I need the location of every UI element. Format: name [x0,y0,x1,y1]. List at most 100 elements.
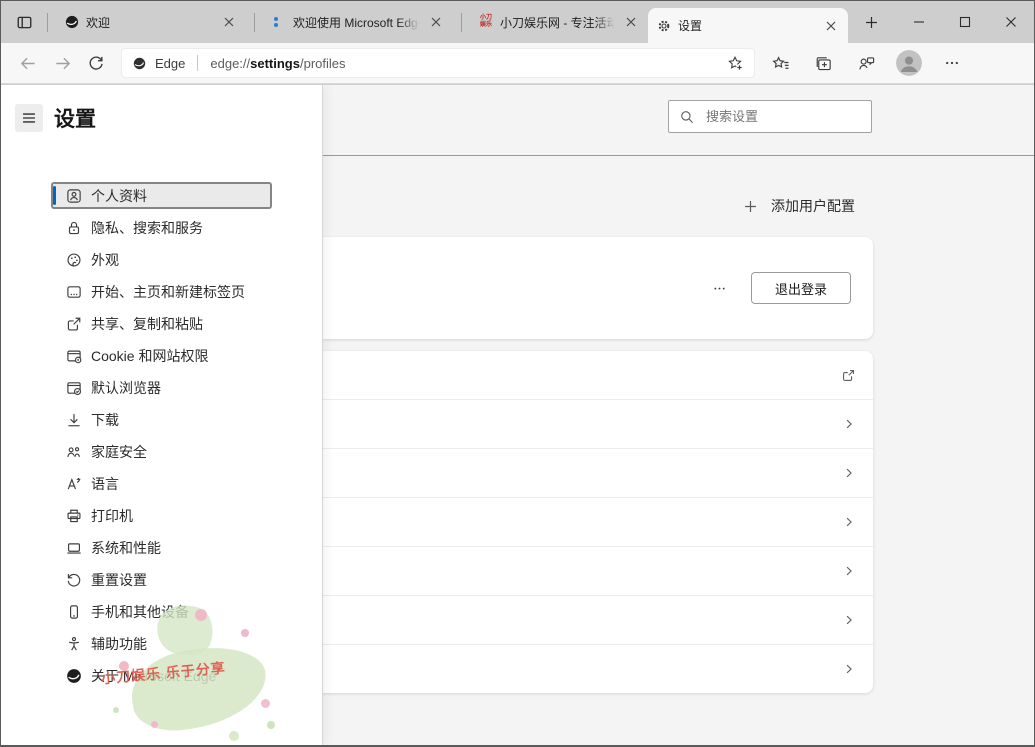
family-icon [65,443,83,461]
sidebar-item-family-safety[interactable]: 家庭安全 [51,438,272,465]
sidebar-header: 设置 [15,103,96,133]
address-bar[interactable]: Edge edge://settings/profiles [121,48,755,78]
edge-logo-icon [64,14,80,30]
sidebar-item-share-copy-paste[interactable]: 共享、复制和粘贴 [51,310,272,337]
window-controls [896,1,1034,43]
chevron-right-icon [841,514,857,530]
page-title: 设置 [54,103,96,133]
tab-settings-active[interactable]: 设置 [648,8,848,43]
close-window-button[interactable] [988,1,1034,43]
close-tab-icon[interactable] [822,17,840,35]
accessibility-icon [65,635,83,653]
download-icon [65,411,83,429]
sidebar-item-system-performance[interactable]: 系统和性能 [51,534,272,561]
tab-separator [461,13,462,32]
maximize-button[interactable] [942,1,988,43]
language-icon [65,475,83,493]
avatar-icon [896,50,922,76]
edge-logo-icon [132,56,147,71]
tab-title: 欢迎使用 Microsoft Edge [293,14,421,31]
close-tab-icon[interactable] [427,13,445,31]
settings-page: 添加用户配置 退出登录 [1,85,1034,745]
tab-welcome[interactable]: 欢迎 [56,1,246,43]
site-permissions-icon [65,347,83,365]
refresh-button[interactable] [79,46,113,80]
collections-icon[interactable] [806,46,840,80]
forward-button[interactable] [45,46,79,80]
add-favorite-icon[interactable] [726,54,744,72]
tab-welcome-edge[interactable]: 欢迎使用 Microsoft Edge [263,1,453,43]
tab-actions-menu-button[interactable] [9,7,39,37]
sign-out-button[interactable]: 退出登录 [751,272,851,304]
phone-icon [65,603,83,621]
chevron-right-icon [841,563,857,579]
settings-search-box[interactable] [668,100,872,133]
settings-sidebar: 设置 个人资料 隐私、搜索和服务 外观 开始、主页和新 [1,85,323,745]
close-tab-icon[interactable] [220,13,238,31]
tab-title: 欢迎 [86,14,214,31]
sidebar-item-printers[interactable]: 打印机 [51,502,272,529]
sidebar-item-accessibility[interactable]: 辅助功能 [51,630,272,657]
appearance-icon [65,251,83,269]
sidebar-item-start-home[interactable]: 开始、主页和新建标签页 [51,278,272,305]
gear-icon [656,18,672,34]
sidebar-item-appearance[interactable]: 外观 [51,246,272,273]
plus-icon [863,14,880,31]
lock-icon [65,219,83,237]
add-profile-label: 添加用户配置 [771,196,855,216]
external-link-icon [840,367,857,384]
profile-avatar[interactable] [892,46,926,80]
selected-accent-bar [53,186,56,205]
profile-more-options-icon[interactable] [708,277,731,300]
system-icon [65,539,83,557]
xiaodao-favicon: 小刀娱乐 [478,14,494,30]
omnibox-separator [197,55,198,71]
blue-dots-icon [271,14,287,30]
printer-icon [65,507,83,525]
reset-icon [65,571,83,589]
more-menu-icon[interactable] [935,46,969,80]
share-icon [65,315,83,333]
tab-actions-icon [15,13,34,32]
feedback-person-icon[interactable] [849,46,883,80]
plus-icon [742,198,759,215]
hamburger-icon [20,109,38,127]
header-divider [321,155,1034,156]
tab-xiaodao[interactable]: 小刀娱乐 小刀娱乐网 - 专注活动 [470,1,648,43]
sidebar-item-default-browser[interactable]: 默认浏览器 [51,374,272,401]
favorites-icon[interactable] [763,46,797,80]
add-profile-button[interactable]: 添加用户配置 [742,194,855,218]
default-browser-icon [65,379,83,397]
close-tab-icon[interactable] [622,13,640,31]
chevron-right-icon [841,465,857,481]
sidebar-item-phone-devices[interactable]: 手机和其他设备 [51,598,272,625]
chevron-right-icon [841,661,857,677]
url-text: edge://settings/profiles [210,56,345,71]
sidebar-item-about-edge[interactable]: 关于 Microsoft Edge [51,662,272,689]
chevron-right-icon [841,416,857,432]
navigation-toolbar: Edge edge://settings/profiles [1,43,1034,84]
sidebar-item-languages[interactable]: 语言 [51,470,272,497]
sidebar-item-profile[interactable]: 个人资料 [51,182,272,209]
sidebar-item-downloads[interactable]: 下载 [51,406,272,433]
settings-search-input[interactable] [704,108,861,125]
new-tab-button[interactable] [856,7,886,37]
sidebar-nav: 个人资料 隐私、搜索和服务 外观 开始、主页和新建标签页 共享、复制和粘贴 [51,182,272,689]
tab-title: 小刀娱乐网 - 专注活动 [500,14,616,31]
minimize-button[interactable] [896,1,942,43]
menu-toggle-button[interactable] [15,104,43,132]
tab-separator [254,13,255,32]
sidebar-item-cookies-permissions[interactable]: Cookie 和网站权限 [51,342,272,369]
profile-icon [65,187,83,205]
back-button[interactable] [11,46,45,80]
start-home-icon [65,283,83,301]
edge-logo-icon [65,667,83,685]
tab-strip: 欢迎 欢迎使用 Microsoft Edge 小刀娱乐 小刀娱乐网 - 专注活动 [1,1,1034,43]
browser-window: 欢迎 欢迎使用 Microsoft Edge 小刀娱乐 小刀娱乐网 - 专注活动 [0,0,1035,747]
sidebar-item-reset-settings[interactable]: 重置设置 [51,566,272,593]
tab-separator [47,13,48,32]
sidebar-item-privacy[interactable]: 隐私、搜索和服务 [51,214,272,241]
tab-title: 设置 [678,17,816,34]
search-icon [679,109,695,125]
chevron-right-icon [841,612,857,628]
